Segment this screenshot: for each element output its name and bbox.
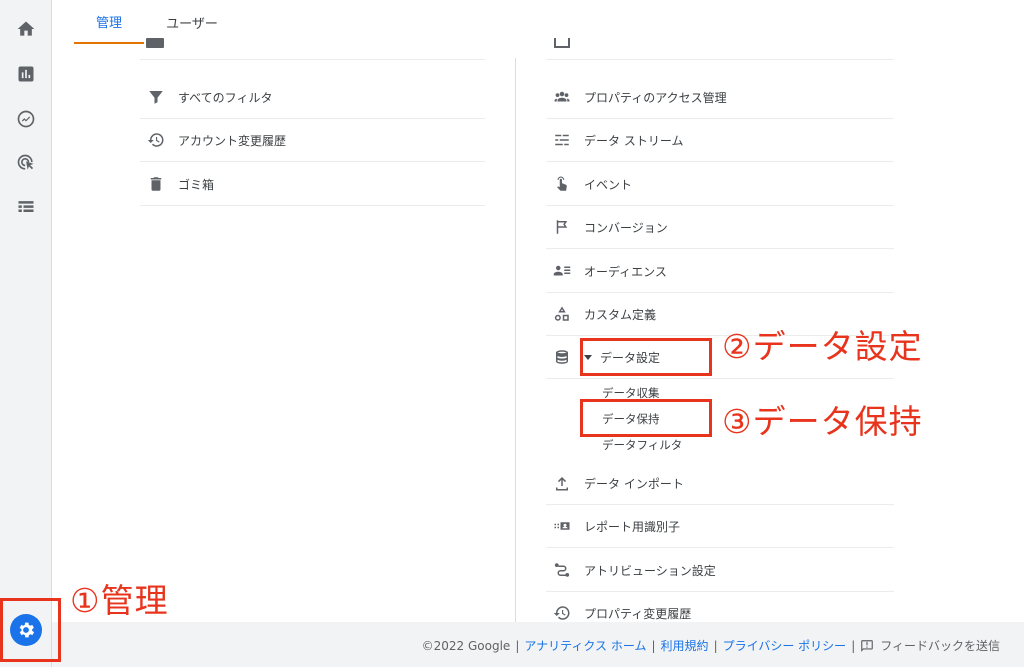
annotation-box-data-settings bbox=[580, 338, 712, 376]
list-item-label: すべてのフィルタ bbox=[178, 90, 273, 105]
annotation-box-data-retention bbox=[580, 399, 712, 437]
list-item-label: カスタム定義 bbox=[584, 307, 657, 322]
list-item-events[interactable]: イベント bbox=[546, 163, 894, 206]
list-item-property-access[interactable]: プロパティのアクセス管理 bbox=[546, 76, 894, 119]
filter-icon bbox=[146, 87, 166, 107]
annotation-step2: ②データ設定 bbox=[722, 327, 923, 366]
footer: ©2022 Google | アナリティクス ホーム | 利用規約 | プライバ… bbox=[52, 622, 1024, 667]
audience-icon bbox=[552, 261, 572, 281]
list-item-conversions[interactable]: コンバージョン bbox=[546, 206, 894, 249]
list-item-attribution-settings[interactable]: アトリビューション設定 bbox=[546, 549, 894, 592]
history-icon bbox=[552, 603, 572, 623]
reports-icon[interactable] bbox=[14, 62, 38, 86]
analytics-home-link[interactable]: アナリティクス ホーム bbox=[524, 637, 646, 654]
list-item-clipped bbox=[546, 38, 894, 60]
list-item-all-filters[interactable]: すべてのフィルタ bbox=[140, 76, 485, 119]
annotation-step1: ①管理 bbox=[70, 581, 169, 620]
terms-link[interactable]: 利用規約 bbox=[661, 637, 709, 654]
explore-icon[interactable] bbox=[14, 107, 38, 131]
left-nav-rail bbox=[0, 0, 52, 667]
list-item-label: レポート用識別子 bbox=[584, 519, 681, 534]
tab-admin[interactable]: 管理 bbox=[74, 0, 144, 44]
list-item-label: イベント bbox=[584, 177, 633, 192]
list-item-label: プロパティ変更履歴 bbox=[584, 606, 692, 621]
home-icon[interactable] bbox=[14, 17, 38, 41]
list-icon[interactable] bbox=[14, 195, 38, 219]
advertising-icon[interactable] bbox=[14, 151, 38, 175]
list-item-label: ゴミ箱 bbox=[178, 177, 215, 192]
tab-users[interactable]: ユーザー bbox=[152, 0, 232, 44]
copyright-text: ©2022 Google bbox=[421, 638, 511, 653]
list-item-label: プロパティのアクセス管理 bbox=[584, 90, 727, 105]
list-item-trash[interactable]: ゴミ箱 bbox=[140, 163, 485, 206]
attribution-icon bbox=[552, 560, 572, 580]
list-item-label: アカウント変更履歴 bbox=[178, 133, 287, 148]
column-divider bbox=[515, 58, 516, 622]
list-item-label: データ ストリーム bbox=[584, 133, 684, 148]
sub-item-data-filters[interactable]: データフィルタ bbox=[602, 437, 682, 453]
upload-icon bbox=[552, 473, 572, 493]
top-tab-bar: 管理 ユーザー bbox=[52, 0, 1024, 44]
list-item-reporting-identity[interactable]: レポート用識別子 bbox=[546, 505, 894, 548]
list-item-label: オーディエンス bbox=[584, 264, 667, 279]
streams-icon bbox=[552, 130, 572, 150]
people-icon bbox=[552, 87, 572, 107]
flag-icon bbox=[552, 217, 572, 237]
list-item-label: コンバージョン bbox=[584, 220, 668, 235]
list-item-clipped bbox=[140, 38, 485, 60]
history-icon bbox=[146, 130, 166, 150]
touch-icon bbox=[552, 174, 572, 194]
list-item-audiences[interactable]: オーディエンス bbox=[546, 250, 894, 293]
privacy-policy-link[interactable]: プライバシー ポリシー bbox=[723, 637, 847, 654]
list-item-data-import[interactable]: データ インポート bbox=[546, 462, 894, 505]
shapes-icon bbox=[552, 304, 572, 324]
annotation-box-admin bbox=[0, 598, 61, 662]
feedback-icon bbox=[860, 639, 874, 653]
list-item-label: アトリビューション設定 bbox=[584, 563, 716, 578]
send-feedback-link[interactable]: フィードバックを送信 bbox=[880, 637, 1000, 654]
list-item-account-change-history[interactable]: アカウント変更履歴 bbox=[140, 119, 485, 162]
database-icon bbox=[552, 347, 572, 367]
trash-icon bbox=[146, 174, 166, 194]
list-item-label: データ インポート bbox=[584, 476, 684, 491]
annotation-step3: ③データ保持 bbox=[722, 402, 923, 441]
list-item-data-streams[interactable]: データ ストリーム bbox=[546, 119, 894, 162]
identity-icon bbox=[552, 516, 572, 536]
